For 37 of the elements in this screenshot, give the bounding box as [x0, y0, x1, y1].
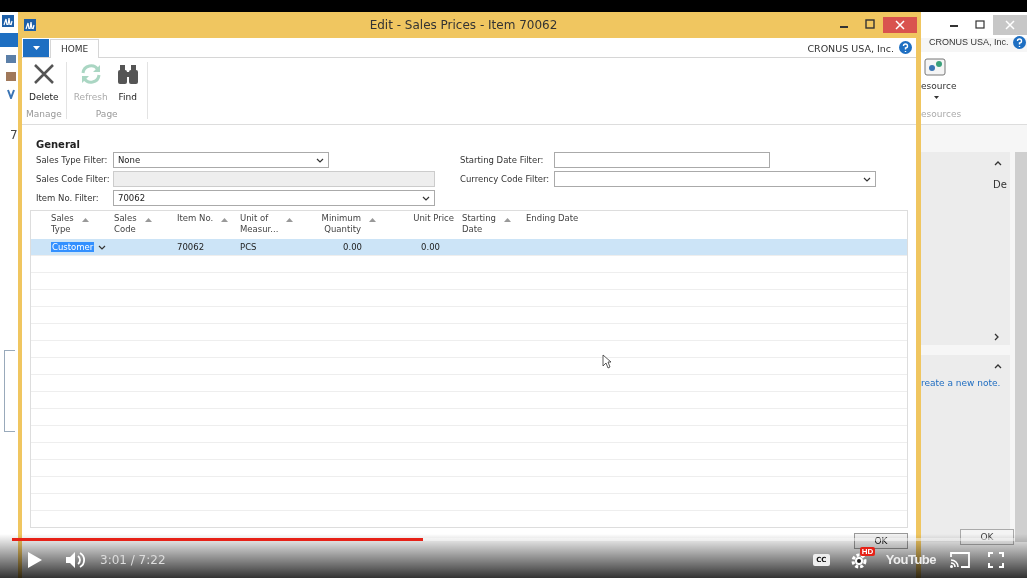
page-text: 7	[10, 128, 18, 142]
field-label: Item No. Filter:	[36, 193, 100, 203]
window-title: Edit - Sales Prices - Item 70062	[368, 18, 559, 32]
column-header[interactable]: Ending Date	[526, 213, 579, 224]
column-header[interactable]: Sales Code	[114, 213, 137, 235]
company-name: CRONUS USA, Inc.	[929, 37, 1009, 47]
ribbon-tab[interactable]: HOME	[50, 39, 100, 58]
dropdown-field[interactable]: None	[113, 152, 329, 168]
dropdown-field[interactable]: 70062	[113, 190, 435, 206]
note-link[interactable]: reate a new note.	[921, 378, 1001, 388]
ribbon-group-label: Page	[94, 109, 119, 119]
table-row[interactable]: Customer 70062 PCS 0.00 0.00	[31, 239, 907, 256]
column-header[interactable]: Sales Type	[51, 213, 74, 235]
column-header[interactable]: Unit of Measur...	[240, 213, 279, 235]
field-label: Sales Type Filter:	[36, 155, 109, 165]
ribbon-action-label[interactable]: esource	[921, 81, 957, 91]
ribbon-group-label: esources	[921, 109, 962, 119]
table-cell: 0.00	[343, 242, 362, 252]
field-label: Sales Code Filter:	[36, 174, 111, 184]
factbox-text: De	[993, 179, 1007, 190]
field-label: Currency Code Filter:	[460, 174, 551, 184]
ribbon-button[interactable]: Delete	[26, 62, 62, 109]
ok-button[interactable]: OK	[960, 529, 1014, 545]
table-cell: 70062	[177, 242, 205, 252]
column-header[interactable]: Item No.	[177, 213, 214, 224]
ribbon-button[interactable]: Find	[112, 62, 143, 109]
table-cell: PCS	[240, 242, 257, 252]
column-header[interactable]: Starting Date	[462, 213, 496, 235]
ribbon-group-label: Manage	[26, 109, 62, 119]
column-header[interactable]: Unit Price	[413, 213, 454, 224]
column-header[interactable]: Minimum Quantity	[321, 213, 361, 235]
table-cell: 0.00	[421, 242, 440, 252]
field-label: Starting Date Filter:	[460, 155, 545, 165]
time-display: 3:01 / 7:22	[100, 553, 166, 567]
ok-button[interactable]: OK	[854, 533, 908, 549]
company-name: CRONUS USA, Inc.	[807, 43, 894, 54]
section-title: General	[36, 139, 81, 150]
